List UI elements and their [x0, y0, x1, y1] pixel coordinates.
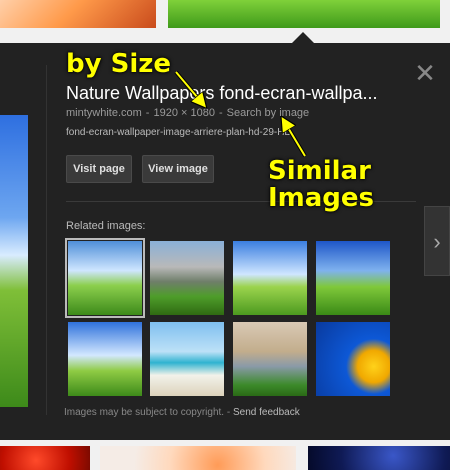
meta-separator: - — [145, 107, 150, 119]
result-thumbnail-flower2[interactable] — [100, 446, 296, 470]
related-image-rolling-hills[interactable] — [68, 322, 142, 396]
related-image-tropical-beach[interactable] — [150, 322, 224, 396]
related-image-hill-tree[interactable] — [233, 241, 307, 315]
related-image-green-field[interactable] — [316, 241, 390, 315]
result-thumbnail-grass[interactable] — [168, 0, 440, 28]
results-row-top — [0, 0, 450, 28]
image-description: fond-ecran-wallpaper-image-arriere-plan-… — [66, 127, 292, 138]
result-thumbnail-space[interactable] — [308, 446, 450, 470]
result-thumbnail-red[interactable] — [0, 446, 90, 470]
preview-pointer — [292, 32, 314, 43]
view-image-button[interactable]: View image — [142, 155, 214, 183]
search-by-image-link[interactable]: Search by image — [227, 107, 310, 119]
next-chevron-icon[interactable]: › — [424, 206, 450, 276]
send-feedback-link[interactable]: Send feedback — [233, 407, 300, 418]
close-icon[interactable]: ✕ — [412, 60, 438, 88]
annotation-images: Images — [268, 183, 375, 213]
image-dimensions: 1920 × 1080 — [153, 107, 215, 119]
annotation-by-size: by Size — [66, 49, 172, 79]
related-images-label: Related images: — [66, 220, 146, 232]
result-thumbnail-flower[interactable] — [0, 0, 156, 28]
preview-image[interactable] — [0, 115, 28, 407]
panel-divider — [46, 65, 47, 415]
related-image-sunflower[interactable] — [316, 322, 390, 396]
annotation-similar: Similar — [268, 156, 371, 186]
results-row-bottom — [0, 446, 450, 470]
visit-page-button[interactable]: Visit page — [66, 155, 132, 183]
related-image-buildings[interactable] — [233, 322, 307, 396]
image-meta: mintywhite.com -1920 × 1080- Search by ima… — [66, 107, 309, 119]
meta-separator: - — [218, 107, 223, 119]
footer-separator: - — [226, 407, 231, 418]
related-image-mountain-meadow[interactable] — [150, 241, 224, 315]
panel-footer: Images may be subject to copyright. - Se… — [64, 407, 300, 418]
source-domain[interactable]: mintywhite.com — [66, 107, 142, 119]
image-title[interactable]: Nature Wallpapers fond-ecran-wallpa... — [66, 83, 410, 104]
copyright-notice: Images may be subject to copyright. — [64, 407, 225, 418]
related-image-green-hill[interactable] — [65, 238, 145, 318]
